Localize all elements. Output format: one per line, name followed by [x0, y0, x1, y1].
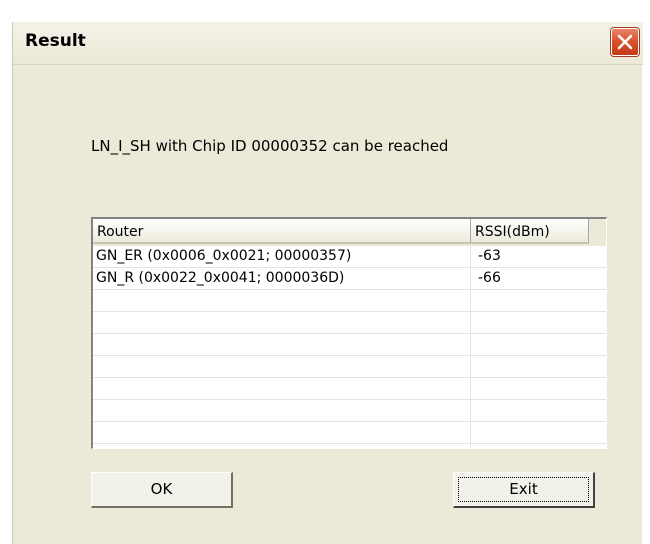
- list-row-empty: [93, 422, 606, 444]
- list-row-empty: [93, 290, 606, 312]
- list-rows: GN_ER (0x0006_0x0021; 00000357) -63 GN_R…: [93, 246, 606, 444]
- exit-button[interactable]: Exit: [453, 472, 595, 508]
- list-row-empty: [93, 312, 606, 334]
- rssi-cell: -63: [478, 248, 501, 264]
- ok-button[interactable]: OK: [91, 472, 233, 508]
- dialog-body: LN_I_SH with Chip ID 00000352 can be rea…: [13, 65, 643, 544]
- column-header-rssi[interactable]: RSSI(dBm): [471, 219, 589, 244]
- title-bar[interactable]: Result: [13, 22, 643, 65]
- close-icon: [617, 34, 633, 50]
- window-title: Result: [25, 31, 86, 51]
- result-dialog: Result LN_I_SH with Chip ID 00000352 can…: [12, 22, 643, 544]
- column-header-router[interactable]: Router: [93, 219, 471, 244]
- router-cell: GN_ER (0x0006_0x0021; 00000357): [96, 248, 352, 264]
- rssi-cell: -66: [478, 270, 501, 286]
- status-message: LN_I_SH with Chip ID 00000352 can be rea…: [91, 137, 449, 155]
- close-button[interactable]: [611, 28, 639, 56]
- router-list[interactable]: Router RSSI(dBm) GN_ER (0x0006_0x0021; 0…: [91, 217, 607, 449]
- list-header: Router RSSI(dBm): [93, 219, 606, 246]
- list-row-empty: [93, 400, 606, 422]
- list-row-empty: [93, 378, 606, 400]
- router-cell: GN_R (0x0022_0x0041; 0000036D): [96, 270, 345, 286]
- list-row-empty: [93, 334, 606, 356]
- focus-rect: [458, 477, 589, 502]
- list-row[interactable]: GN_ER (0x0006_0x0021; 00000357) -63: [93, 246, 606, 268]
- list-row-empty: [93, 356, 606, 378]
- list-row[interactable]: GN_R (0x0022_0x0041; 0000036D) -66: [93, 268, 606, 290]
